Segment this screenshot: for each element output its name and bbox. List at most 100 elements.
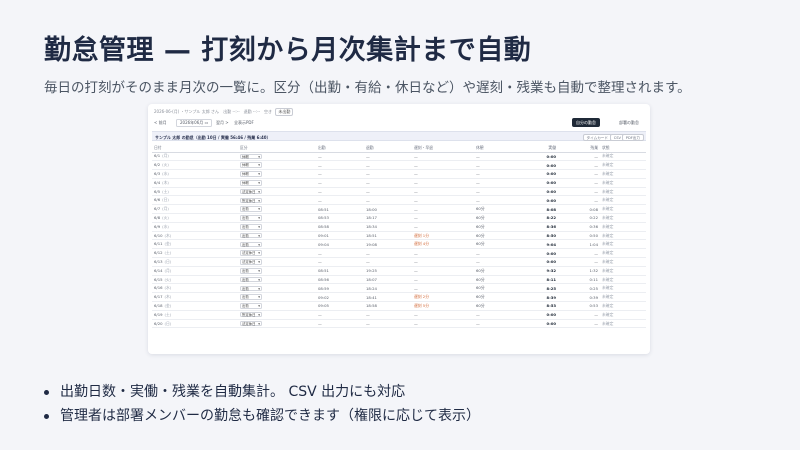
kubun-select[interactable]: 法定休日 ▾ xyxy=(240,188,262,195)
cell-work: 8:39 xyxy=(518,292,558,303)
cell-work: 9:32 xyxy=(518,266,558,276)
kubun-select[interactable]: 法定休日 ▾ xyxy=(240,259,262,265)
column-header: 実働 xyxy=(518,144,558,153)
cell-status: 未確定 xyxy=(600,169,646,179)
kubun-select[interactable]: 休暇 ▾ xyxy=(240,180,262,186)
cell-in: 08:58 xyxy=(316,222,364,232)
bullet-list: 出勤日数・実働・残業を自動集計。 CSV 出力にも対応 管理者は部署メンバーの勤… xyxy=(44,382,480,430)
kubun-value: 出勤 xyxy=(242,207,249,212)
kubun-select[interactable]: 休暇 ▾ xyxy=(240,162,262,168)
status-badge: 未出勤 xyxy=(275,108,294,116)
cell-work: 0:00 xyxy=(518,319,558,329)
kubun-select[interactable]: 所定休日 ▾ xyxy=(240,311,262,318)
table-row: 6/6 (日) 所定休日 ▾ — — — —0:00— 未確定 xyxy=(152,195,646,206)
bullet-text: 管理者は部署メンバーの勤怠も確認できます（権限に応じて表示） xyxy=(60,408,480,424)
kubun-value: 出勤 xyxy=(242,225,249,230)
column-header: 遅刻・早退 xyxy=(412,144,474,153)
next-month-button[interactable]: 翌月 > xyxy=(216,120,229,126)
table-header-row: 日付 区分 出勤 退勤 遅刻・早退 休憩 実働 残業 状態 xyxy=(152,144,646,153)
cell-work: 0:00 xyxy=(518,248,558,259)
date-text: 6/19 xyxy=(154,311,163,317)
date-text: 6/6 xyxy=(154,197,161,203)
chevron-down-icon: ▾ xyxy=(258,189,260,194)
pdf-all-button[interactable]: 全表示PDF xyxy=(234,120,254,126)
kubun-select[interactable]: 出勤 ▾ xyxy=(240,232,262,239)
cell-kubun: 出勤 ▾ xyxy=(238,275,316,285)
cell-kubun: 法定休日 ▾ xyxy=(238,187,316,197)
cell-pen: — xyxy=(412,187,474,197)
timecard-button[interactable]: タイムカード xyxy=(582,133,612,141)
kubun-select[interactable]: 出勤 ▾ xyxy=(240,303,262,309)
chevron-down-icon: ▾ xyxy=(258,163,260,168)
cell-work: 0:00 xyxy=(518,195,558,206)
cell-out: 18:00 xyxy=(364,204,412,215)
cell-pen: — xyxy=(412,169,474,179)
kubun-select[interactable]: 出勤 ▾ xyxy=(240,206,262,212)
table-row: 6/10 (木) 出勤 ▾ 09:01 18:51 遅刻 1分 60分 8:50 0:50 未確定 xyxy=(152,231,646,241)
cell-status: 未確定 xyxy=(600,248,646,259)
slide-title: 勤怠管理 — 打刻から月次集計まで自動 xyxy=(44,35,532,66)
pdf-export-button[interactable]: PDF出力 xyxy=(621,133,644,141)
cell-pen: — xyxy=(412,283,474,294)
kubun-select[interactable]: 法定休日 ▾ xyxy=(240,320,262,327)
kubun-value: 出勤 xyxy=(242,242,249,247)
cell-kubun: 出勤 ▾ xyxy=(238,231,316,241)
kubun-select[interactable]: 出勤 ▾ xyxy=(240,224,262,230)
weekday-text: (水) xyxy=(164,285,172,291)
weekday-text: (火) xyxy=(162,162,169,168)
cell-out: — xyxy=(364,257,412,267)
month-picker[interactable]: 2026年06月 ▭ xyxy=(176,119,213,127)
date-text: 6/20 xyxy=(154,320,163,326)
chevron-down-icon: ▾ xyxy=(258,216,260,221)
kubun-value: 出勤 xyxy=(242,304,249,309)
kubun-select[interactable]: 法定休日 ▾ xyxy=(240,250,262,256)
table-row: 6/16 (水) 出勤 ▾ 08:59 18:24—60分 8:25 0:25 未確定 xyxy=(152,283,646,294)
cell-pen: — xyxy=(412,257,474,267)
cell-pen: — xyxy=(412,266,474,276)
chevron-down-icon: ▾ xyxy=(258,286,260,291)
cell-date: 6/2 (火) xyxy=(152,160,238,171)
cell-in: — xyxy=(316,187,364,197)
cell-kubun: 所定休日 ▾ xyxy=(238,195,316,206)
weekday-text: (金) xyxy=(164,241,172,247)
kubun-select[interactable]: 出勤 ▾ xyxy=(240,276,262,283)
dept-attendance-button[interactable]: 部署の勤怠 xyxy=(616,118,642,127)
table-row: 6/11 (金) 出勤 ▾ 09:04 19:08 遅刻 4分 60分 9:04 1:04 未確定 xyxy=(152,239,646,250)
cell-pen: — xyxy=(412,222,474,232)
kubun-select[interactable]: 出勤 ▾ xyxy=(240,294,262,300)
cell-brk: 60分 xyxy=(474,292,518,303)
cell-pen: 遅刻 1分 xyxy=(412,231,474,241)
kubun-select[interactable]: 出勤 ▾ xyxy=(240,268,262,274)
my-attendance-button[interactable]: 自分の勤怠 xyxy=(572,118,600,127)
kubun-select[interactable]: 出勤 ▾ xyxy=(240,241,262,248)
kubun-select[interactable]: 出勤 ▾ xyxy=(240,215,262,221)
cell-brk: — xyxy=(474,319,518,329)
kubun-select[interactable]: 出勤 ▾ xyxy=(240,285,262,292)
cell-status: 未確定 xyxy=(600,283,646,294)
cell-ot: 0:22 xyxy=(558,213,600,223)
date-text: 6/14 xyxy=(154,267,163,273)
cell-brk: 60分 xyxy=(474,275,518,285)
kubun-value: 出勤 xyxy=(242,269,249,273)
cell-in: — xyxy=(316,319,364,329)
cell-status: 未確定 xyxy=(600,301,646,311)
kubun-select[interactable]: 休暇 ▾ xyxy=(240,153,262,160)
weekday-text: (金) xyxy=(164,302,172,308)
cell-kubun: 出勤 ▾ xyxy=(238,292,316,303)
crumb-user: 2026-06-(月) ・サンプル 太郎 さん xyxy=(154,109,219,114)
weekday-text: (木) xyxy=(162,179,169,185)
cell-brk: — xyxy=(474,169,518,179)
kubun-select[interactable]: 休暇 ▾ xyxy=(240,171,262,177)
cell-in: 09:04 xyxy=(316,239,364,250)
bullet-dot xyxy=(44,414,49,419)
cell-status: 未確定 xyxy=(600,178,646,188)
kubun-value: 休暇 xyxy=(242,154,249,159)
month-value: 2026年06月 xyxy=(180,120,204,125)
kubun-select[interactable]: 所定休日 ▾ xyxy=(240,197,262,204)
prev-month-button[interactable]: < 前月 xyxy=(154,120,167,126)
cell-out: — xyxy=(364,248,412,259)
cell-kubun: 休暇 ▾ xyxy=(238,178,316,188)
cell-kubun: 出勤 ▾ xyxy=(238,283,316,294)
cell-in: — xyxy=(316,195,364,206)
cell-work: 9:04 xyxy=(518,239,558,250)
